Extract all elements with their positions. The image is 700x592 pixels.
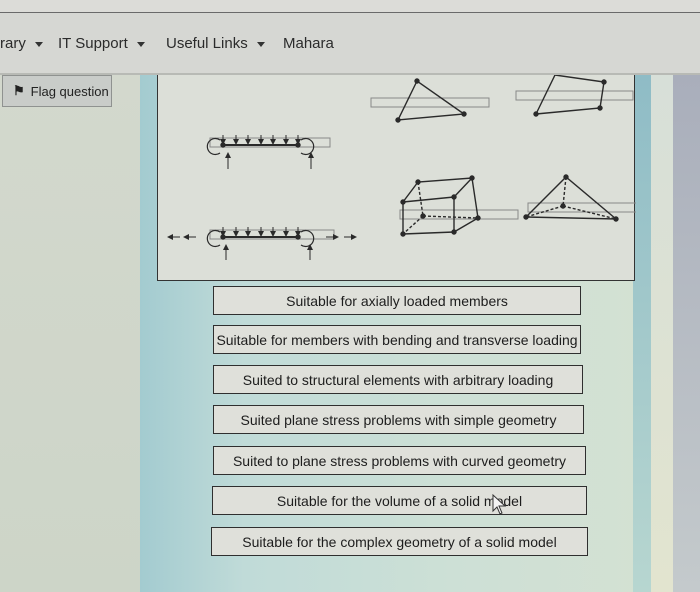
element-types-diagram: [157, 75, 636, 281]
nav-item-label: IT Support: [58, 35, 128, 52]
drag-choice-solid-volume[interactable]: Suitable for the volume of a solid model: [212, 486, 587, 515]
mouse-pointer-icon: [492, 494, 507, 515]
drop-zone-triangle[interactable]: [370, 97, 490, 108]
triangular-plane-element: [370, 78, 490, 123]
nav-item-label: rary: [0, 35, 26, 52]
choice-label: Suitable for the complex geometry of a s…: [242, 533, 557, 550]
flag-question-button[interactable]: ⚑ Flag question: [2, 75, 112, 107]
flag-question-label: Flag question: [30, 83, 109, 99]
choice-label: Suitable for members with bending and tr…: [216, 331, 578, 348]
page-margin-strip: [651, 75, 673, 592]
chevron-down-icon: [34, 42, 43, 47]
flag-icon: ⚑: [13, 83, 25, 98]
choice-label: Suited to plane stress problems with cur…: [232, 452, 567, 469]
quadrilateral-plane-element: [515, 75, 634, 117]
hexahedral-solid-element: [399, 175, 519, 237]
nav-item-label: Useful Links: [166, 35, 248, 52]
drop-zone-quadrilateral[interactable]: [515, 90, 634, 101]
diagram-svg: [167, 75, 636, 260]
nav-item-label: Mahara: [283, 35, 334, 52]
choice-label: Suitable for axially loaded members: [286, 292, 508, 309]
tetrahedral-solid-element: [523, 174, 636, 222]
question-info-column: [0, 75, 140, 592]
drag-choice-axial[interactable]: Suitable for axially loaded members: [213, 286, 581, 315]
choice-label: Suitable for the volume of a solid model: [276, 492, 523, 509]
drag-choice-plane-curved[interactable]: Suited to plane stress problems with cur…: [213, 446, 586, 475]
nav-item-it-support[interactable]: IT Support: [58, 35, 145, 52]
drag-choice-arbitrary-loading[interactable]: Suited to structural elements with arbit…: [213, 365, 583, 394]
drag-choice-bending[interactable]: Suitable for members with bending and tr…: [213, 325, 581, 354]
browser-top-strip: [0, 0, 700, 13]
frame-element: [167, 227, 357, 260]
nav-item-library[interactable]: rary: [0, 35, 43, 52]
nav-item-mahara[interactable]: Mahara: [283, 35, 334, 52]
page-edge-strip: [673, 75, 700, 592]
site-navbar: rary IT Support Useful Links Mahara: [0, 13, 700, 75]
drag-choice-solid-complex[interactable]: Suitable for the complex geometry of a s…: [211, 527, 588, 556]
chevron-down-icon: [256, 42, 265, 47]
nav-item-useful-links[interactable]: Useful Links: [166, 35, 265, 52]
choice-label: Suited plane stress problems with simple…: [240, 411, 557, 428]
drag-choice-plane-simple[interactable]: Suited plane stress problems with simple…: [213, 405, 584, 434]
chevron-down-icon: [136, 42, 145, 47]
drop-zone-tetrahedron[interactable]: [527, 202, 636, 213]
choice-label: Suited to structural elements with arbit…: [242, 371, 554, 388]
beam-element: [206, 135, 331, 169]
